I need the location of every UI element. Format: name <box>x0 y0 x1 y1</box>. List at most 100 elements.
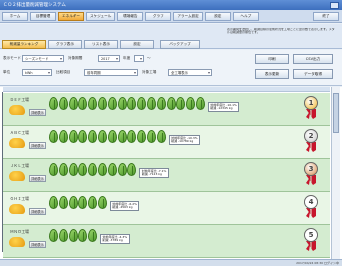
leaf-icon <box>88 97 98 110</box>
leaf-icon <box>156 130 166 143</box>
leaf-icon <box>107 163 117 176</box>
leaf-meter <box>49 130 166 143</box>
tab-settings[interactable]: 設定 <box>120 40 154 49</box>
print-button[interactable]: 印刷 <box>255 54 289 64</box>
medal-ribbon <box>306 142 316 152</box>
rank-medal-icon: 4 <box>303 195 319 219</box>
leaf-meter <box>49 97 205 110</box>
factory-icon <box>9 105 25 115</box>
leaf-icon <box>78 130 88 143</box>
callout-amount: 削減 -10789 kg <box>171 139 194 144</box>
mode-select[interactable]: シーズンモード <box>22 55 64 62</box>
factory-name: ＡＢＣ工場 <box>10 130 29 135</box>
menu-item-settings[interactable]: 設定 <box>204 11 231 21</box>
leaf-icon <box>117 97 127 110</box>
leaf-icon <box>68 196 78 209</box>
leaf-icon <box>58 97 68 110</box>
menu-item-targets[interactable]: 目標管理 <box>30 11 56 21</box>
medal-ribbon <box>306 241 316 251</box>
refresh-button[interactable]: 表示更新 <box>255 69 289 79</box>
detail-button[interactable]: 詳細表示 <box>29 241 46 248</box>
window-close-button[interactable] <box>330 1 339 9</box>
reduction-callout: 対前年度比 -7.1% 削減 -7123 kg <box>139 168 169 179</box>
leaf-icon <box>97 130 107 143</box>
leaf-icon <box>117 163 127 176</box>
leaf-icon <box>68 97 78 110</box>
ranking-grid: ＤＥＦ工場 詳細表示 対前年度比 -10.1% 削減 -12345 kg 1 ＡＢＣ工場詳… <box>0 87 342 259</box>
fetch-data-button[interactable]: データ取得 <box>293 69 333 79</box>
scrollbar-thumb[interactable] <box>333 93 339 133</box>
year-select[interactable]: 2017 <box>98 55 120 62</box>
leaf-icon <box>137 130 147 143</box>
leaf-icon <box>127 130 137 143</box>
leaf-icon <box>88 196 98 209</box>
factory-name: ＪＫＬ工場 <box>10 163 29 168</box>
leaf-icon <box>97 163 107 176</box>
medal-ribbon <box>306 208 316 218</box>
detail-button[interactable]: 詳細表示 <box>29 109 46 116</box>
factory-icon <box>9 237 25 247</box>
ranking-row: ＡＢＣ工場 詳細表示 対前年度比 -10.3% 削減 -10789 kg 2 <box>3 126 330 159</box>
range-to-label: ～ <box>147 56 151 60</box>
menu-item-home[interactable]: ホーム <box>2 11 28 21</box>
leaf-icon <box>176 97 186 110</box>
medal-ribbon <box>306 175 316 185</box>
vertical-scrollbar[interactable] <box>331 87 340 259</box>
leaf-icon <box>107 97 117 110</box>
menu-item-alarm[interactable]: アラーム設定 <box>173 11 203 21</box>
rank-medal-icon: 1 <box>303 96 319 120</box>
factory-icon <box>9 204 25 214</box>
tab-graph[interactable]: グラフ表示 <box>48 40 82 49</box>
target-label: 対象工場 <box>142 70 157 74</box>
leaf-icon <box>186 97 196 110</box>
menu-item-exit[interactable]: 終了 <box>313 11 339 21</box>
csv-export-button[interactable]: CSV出力 <box>293 54 333 64</box>
callout-amount: 削減 -3789 kg <box>102 238 123 243</box>
ranking-row: ＤＥＦ工場 詳細表示 対前年度比 -10.1% 削減 -12345 kg 1 <box>3 93 330 126</box>
menu-item-schedule[interactable]: スケジュール <box>86 11 116 21</box>
callout-amount: 削減 -4563 kg <box>112 205 133 210</box>
menu-item-report[interactable]: 環境報告 <box>117 11 144 21</box>
medal-disc: 4 <box>304 195 318 209</box>
tab-ranking[interactable]: 削減量ランキング <box>2 40 46 49</box>
title-bar: ＣＯ２排出量削減管理システム <box>0 0 342 10</box>
compare-select[interactable]: 前年同期 <box>84 69 138 76</box>
leaf-icon <box>137 97 147 110</box>
leaf-icon <box>146 97 156 110</box>
reduction-callout: 対前年度比 -6.2% 削減 -4563 kg <box>109 201 140 212</box>
leaf-icon <box>58 163 68 176</box>
leaf-icon <box>58 196 68 209</box>
main-menu-bar: ホーム 目標管理 エネルギー スケジュール 環境報告 グラフ アラーム設定 設定… <box>0 10 342 23</box>
leaf-icon <box>97 196 107 209</box>
menu-item-energy[interactable]: エネルギー <box>58 11 84 21</box>
detail-button[interactable]: 詳細表示 <box>29 175 46 182</box>
unit-select[interactable]: kWh <box>22 69 52 76</box>
leaf-meter <box>49 229 98 242</box>
leaf-icon <box>88 229 98 242</box>
unit-label: 単位 <box>3 70 11 74</box>
leaf-icon <box>97 97 107 110</box>
rank-medal-icon: 3 <box>303 162 319 186</box>
callout-amount: 削減 -12345 kg <box>210 106 233 111</box>
leaf-icon <box>146 130 156 143</box>
rank-medal-icon: 2 <box>303 129 319 153</box>
target-select[interactable]: 全工場表示 <box>168 69 212 76</box>
month-select[interactable] <box>134 55 144 62</box>
factory-name: ＤＥＦ工場 <box>10 97 29 102</box>
detail-button[interactable]: 詳細表示 <box>29 208 46 215</box>
medal-disc: 2 <box>304 129 318 143</box>
leaf-icon <box>156 97 166 110</box>
ranking-row: ＪＫＬ工場詳細表示 対前年度比 -7.1% 削減 -7123 kg 3 <box>3 159 330 192</box>
period-label: 対象期間 <box>68 56 83 60</box>
backup-button[interactable]: バックアップ <box>160 40 200 49</box>
leaf-meter <box>49 163 137 176</box>
leaf-icon <box>49 97 58 110</box>
detail-button[interactable]: 詳細表示 <box>29 142 46 149</box>
leaf-icon <box>195 97 205 110</box>
tab-list[interactable]: リスト表示 <box>84 40 118 49</box>
ranking-row: ＧＨＩ工場 詳細表示 対前年度比 -6.2% 削減 -4563 kg 4 <box>3 192 330 225</box>
leaf-icon <box>127 163 137 176</box>
menu-item-graph[interactable]: グラフ <box>145 11 172 21</box>
menu-item-help[interactable]: ヘルプ <box>232 11 259 21</box>
leaf-icon <box>78 229 88 242</box>
